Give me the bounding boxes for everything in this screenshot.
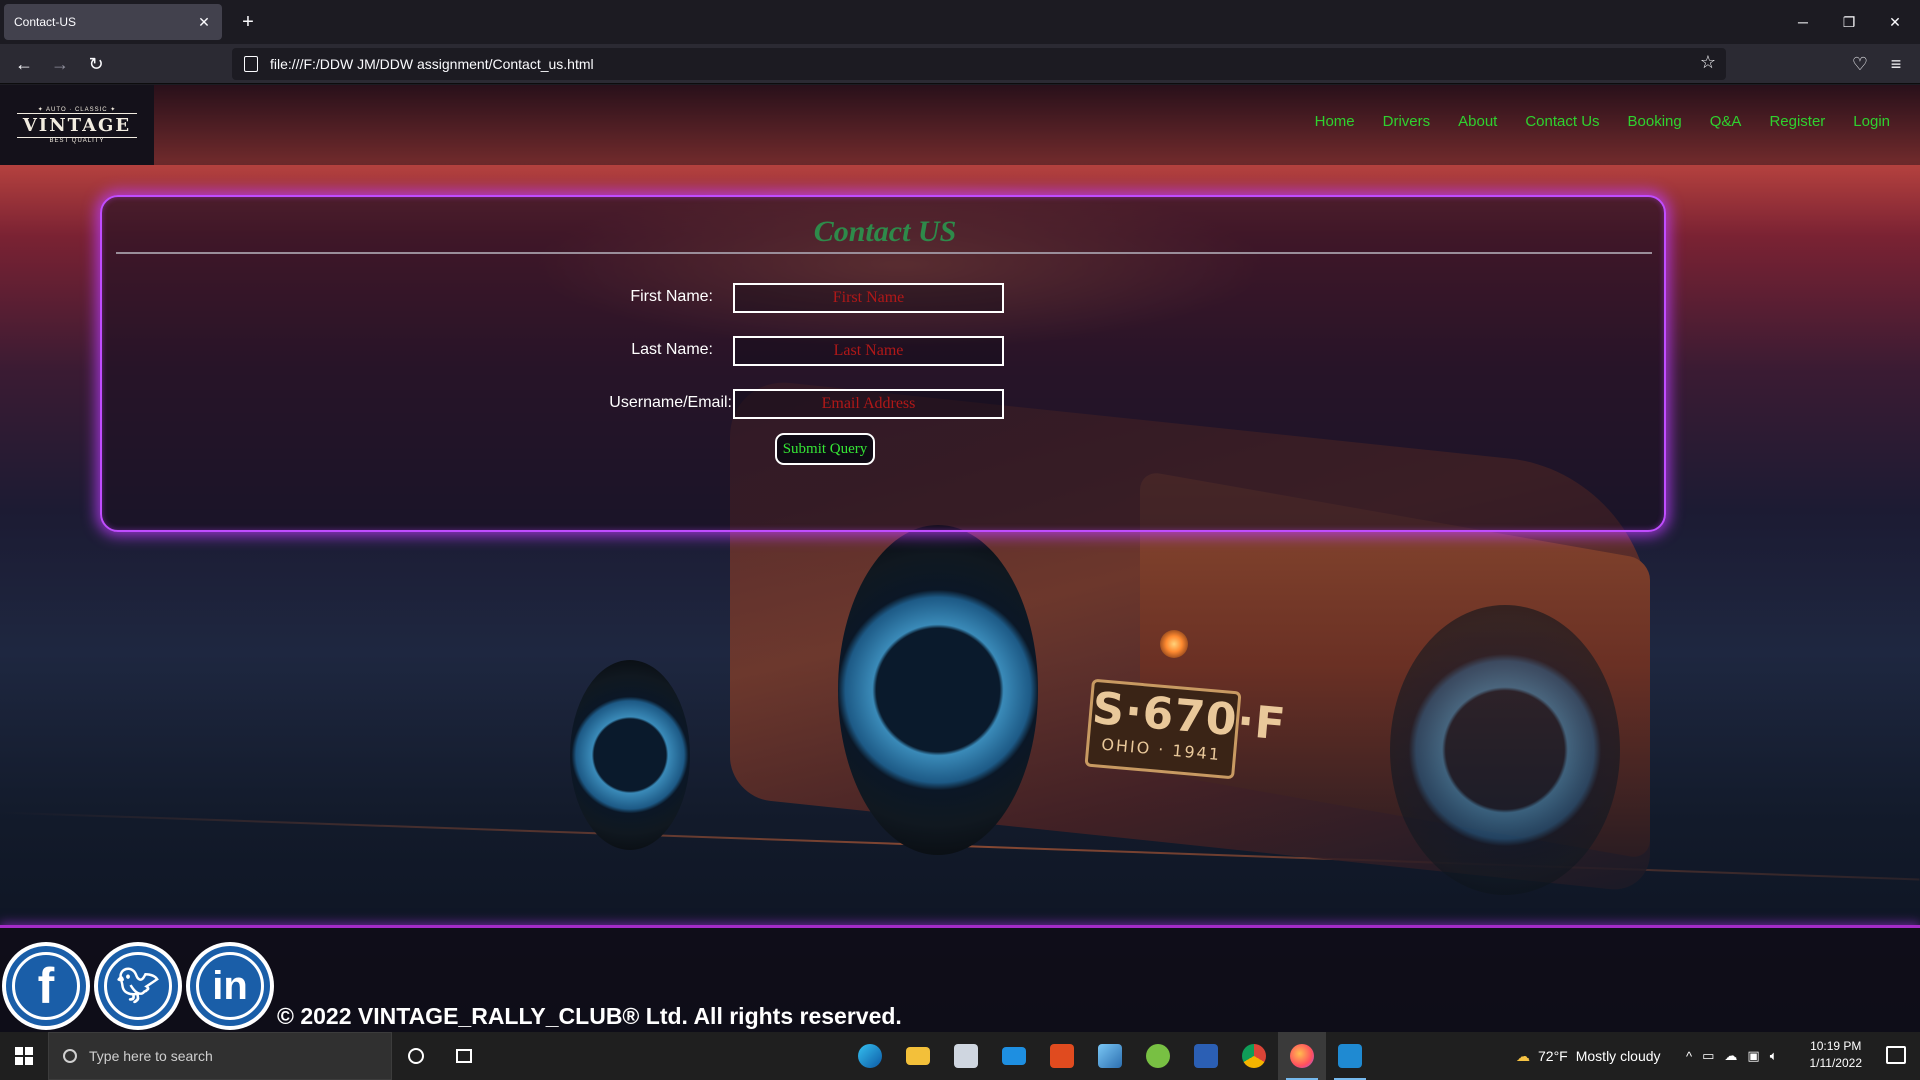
- pocket-icon[interactable]: ♡: [1846, 50, 1874, 78]
- logo-top-text: ✦ AUTO · CLASSIC ✦: [37, 107, 117, 113]
- first-name-input[interactable]: [733, 283, 1004, 313]
- forward-button[interactable]: →: [46, 50, 74, 78]
- page-icon: [244, 56, 258, 72]
- nav-booking[interactable]: Booking: [1628, 113, 1682, 130]
- first-name-row: First Name:: [102, 283, 1668, 313]
- weather-condition: Mostly cloudy: [1575, 1048, 1661, 1064]
- contact-title: Contact US: [813, 215, 957, 248]
- windows-logo-icon: [15, 1047, 33, 1065]
- far-wheel-image: [1390, 605, 1620, 895]
- network-icon[interactable]: ▣: [1747, 1048, 1759, 1064]
- notification-center-icon[interactable]: [1886, 1046, 1906, 1064]
- close-tab-icon[interactable]: ✕: [196, 14, 212, 31]
- last-name-label: Last Name:: [631, 341, 713, 358]
- start-button[interactable]: [0, 1032, 48, 1080]
- copyright-text: © 2022 VINTAGE_RALLY_CLUB® Ltd. All righ…: [277, 1003, 902, 1029]
- url-text[interactable]: file:///F:/DDW JM/DDW assignment/Contact…: [270, 56, 594, 72]
- clock-date: 1/11/2022: [1809, 1056, 1863, 1070]
- email-input[interactable]: [733, 389, 1004, 419]
- minimize-button[interactable]: ─: [1780, 0, 1826, 44]
- last-name-row: Last Name:: [102, 336, 1668, 366]
- app-icon[interactable]: [1086, 1032, 1134, 1080]
- nav-home[interactable]: Home: [1315, 113, 1355, 130]
- reload-button[interactable]: ↻: [82, 50, 110, 78]
- firefox-icon[interactable]: [1278, 1032, 1326, 1080]
- contact-form-card: Contact US First Name: Last Name: Userna…: [100, 195, 1666, 532]
- new-tab-button[interactable]: +: [234, 8, 262, 36]
- volume-icon[interactable]: 🔈︎: [1770, 1048, 1778, 1064]
- weather-cloud-icon: ☁: [1516, 1047, 1530, 1064]
- weather-widget[interactable]: ☁ 72°F Mostly cloudy: [1516, 1032, 1661, 1080]
- title-divider: [116, 252, 1652, 254]
- cortana-icon[interactable]: [392, 1032, 440, 1080]
- file-explorer-icon[interactable]: [894, 1032, 942, 1080]
- task-view-icon[interactable]: [440, 1032, 488, 1080]
- vintage-logo[interactable]: ✦ AUTO · CLASSIC ✦ VINTAGE BEST QUALITY: [0, 85, 154, 165]
- tray-expand-icon[interactable]: ^: [1686, 1049, 1692, 1064]
- mail-icon[interactable]: [990, 1032, 1038, 1080]
- search-icon: [63, 1049, 77, 1063]
- store-icon[interactable]: [942, 1032, 990, 1080]
- last-name-input[interactable]: [733, 336, 1004, 366]
- browser-tab-bar: Contact-US ✕ + ─ ❐ ✕: [0, 0, 1920, 44]
- twitter-icon[interactable]: 🐦︎: [94, 942, 182, 1030]
- browser-tab[interactable]: Contact-US ✕: [4, 4, 222, 40]
- site-nav: Home Drivers About Contact Us Booking Q&…: [1315, 113, 1890, 130]
- linkedin-icon[interactable]: in: [186, 942, 274, 1030]
- windows-taskbar: Type here to search ☁ 72°F Mostly cloudy…: [0, 1032, 1920, 1080]
- restore-button[interactable]: ❐: [1826, 0, 1872, 44]
- office-icon[interactable]: [1038, 1032, 1086, 1080]
- system-tray: ^ ▭ ☁ ▣ 🔈︎: [1686, 1032, 1778, 1080]
- edge-icon[interactable]: [846, 1032, 894, 1080]
- address-bar[interactable]: file:///F:/DDW JM/DDW assignment/Contact…: [232, 48, 1726, 80]
- chrome-icon[interactable]: [1230, 1032, 1278, 1080]
- weather-temp: 72°F: [1538, 1048, 1568, 1064]
- nav-qa[interactable]: Q&A: [1710, 113, 1742, 130]
- site-header: ✦ AUTO · CLASSIC ✦ VINTAGE BEST QUALITY …: [0, 85, 1920, 165]
- nav-register[interactable]: Register: [1769, 113, 1825, 130]
- rear-wheel-image: [838, 525, 1038, 855]
- tail-light-image: [1160, 630, 1188, 658]
- page-content: S·670·F OHIO · 1941 ✦ AUTO · CLASSIC ✦ V…: [0, 85, 1920, 1032]
- nav-drivers[interactable]: Drivers: [1383, 113, 1431, 130]
- tab-title: Contact-US: [14, 15, 77, 29]
- vscode-icon[interactable]: [1326, 1032, 1374, 1080]
- clock-time: 10:19 PM: [1810, 1039, 1862, 1053]
- back-button[interactable]: ←: [10, 50, 38, 78]
- tray-device-icon[interactable]: ▭: [1702, 1048, 1714, 1064]
- menu-icon[interactable]: ≡: [1882, 50, 1910, 78]
- browser-toolbar: ← → ↻ file:///F:/DDW JM/DDW assignment/C…: [0, 44, 1920, 84]
- taskbar-clock[interactable]: 10:19 PM 1/11/2022: [1810, 1038, 1863, 1072]
- nav-login[interactable]: Login: [1853, 113, 1890, 130]
- nav-contact-us[interactable]: Contact Us: [1525, 113, 1599, 130]
- email-label: Username/Email:: [609, 394, 732, 411]
- bookmark-star-icon[interactable]: ☆: [1700, 52, 1716, 73]
- logo-bottom-text: BEST QUALITY: [49, 138, 105, 144]
- utorrent-icon[interactable]: [1134, 1032, 1182, 1080]
- email-row: Username/Email:: [102, 389, 1668, 419]
- site-footer: f 🐦︎ in © 2022 VINTAGE_RALLY_CLUB® Ltd. …: [0, 925, 1920, 1032]
- submit-query-button[interactable]: Submit Query: [775, 433, 875, 465]
- license-plate: S·670·F OHIO · 1941: [1084, 678, 1288, 780]
- search-placeholder: Type here to search: [89, 1048, 213, 1064]
- onedrive-icon[interactable]: ☁: [1724, 1048, 1737, 1064]
- close-window-button[interactable]: ✕: [1872, 0, 1918, 44]
- logo-word: VINTAGE: [16, 113, 138, 138]
- taskbar-search[interactable]: Type here to search: [48, 1032, 392, 1080]
- first-name-label: First Name:: [630, 288, 713, 305]
- facebook-icon[interactable]: f: [2, 942, 90, 1030]
- word-icon[interactable]: [1182, 1032, 1230, 1080]
- front-wheel-image: [570, 660, 690, 850]
- nav-about[interactable]: About: [1458, 113, 1497, 130]
